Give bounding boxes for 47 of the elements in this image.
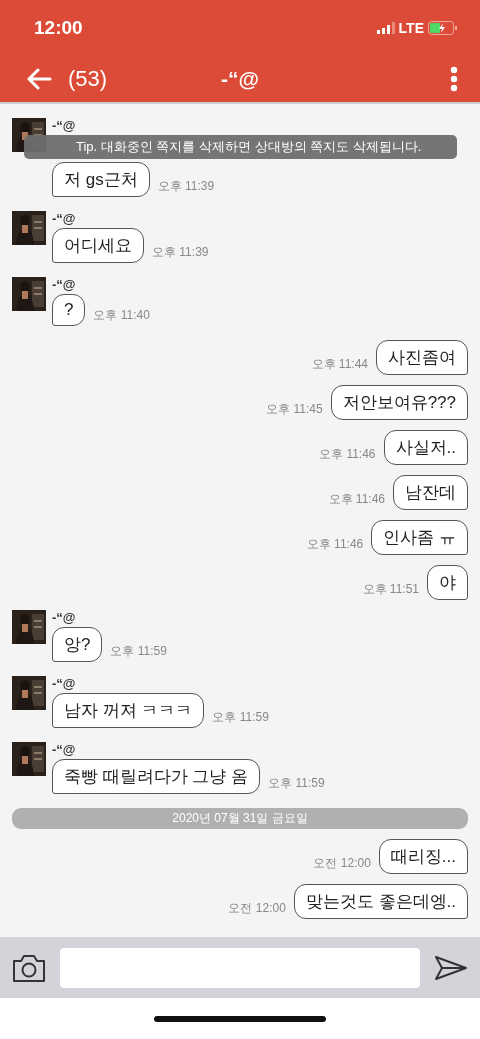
sender-name: -“@ bbox=[52, 676, 77, 691]
message-bubble: 사진좀여 bbox=[376, 340, 468, 375]
message-bubble: 남잔데 bbox=[393, 475, 468, 510]
battery-icon bbox=[428, 20, 458, 35]
network-label: LTE bbox=[398, 19, 424, 36]
message-bubble: ? bbox=[52, 294, 86, 326]
message-count: (53) bbox=[68, 65, 108, 92]
message-time: 오후 11:46 bbox=[306, 536, 364, 553]
sender-name: -“@ bbox=[52, 211, 77, 226]
message-time: 오후 11:51 bbox=[362, 581, 419, 598]
message-bubble: 사실저.. bbox=[383, 430, 468, 465]
sender-name: -“@ bbox=[52, 118, 77, 133]
message-bubble: 죽빵 때릴려다가 그냥 옴 bbox=[52, 759, 261, 794]
message-bubble: 맞는것도 좋은데엥.. bbox=[293, 884, 468, 919]
message-time: 오후 11:59 bbox=[110, 643, 167, 660]
message-bubble: 남자 꺼져 ㅋㅋㅋ bbox=[52, 693, 205, 728]
message-time: 오후 11:45 bbox=[266, 401, 323, 418]
sender-name: -“@ bbox=[52, 277, 77, 292]
message-bubble: 때리징... bbox=[378, 839, 468, 874]
signal-icon bbox=[376, 21, 395, 34]
message-bubble: 인사좀 ㅠ bbox=[371, 520, 468, 555]
message-bubble: 어디세요 bbox=[52, 228, 144, 263]
camera-icon[interactable] bbox=[12, 952, 46, 983]
message-time: 오후 11:39 bbox=[152, 244, 209, 261]
message-time: 오후 11:46 bbox=[328, 491, 385, 508]
sender-name: -“@ bbox=[52, 610, 77, 625]
message-bubble: 저 gs근처 bbox=[52, 162, 150, 197]
message-bubble: 저안보여유??? bbox=[330, 385, 468, 420]
message-time: 오전 12:00 bbox=[228, 900, 286, 917]
message-time: 오후 11:59 bbox=[268, 775, 325, 792]
status-time: 12:00 bbox=[34, 16, 84, 39]
sender-name: -“@ bbox=[52, 742, 77, 757]
message-time: 오후 11:46 bbox=[319, 446, 376, 463]
chat-title: -“@ bbox=[221, 66, 259, 91]
send-icon[interactable] bbox=[434, 954, 468, 981]
message-time: 오후 11:59 bbox=[212, 709, 269, 726]
message-time: 오전 12:00 bbox=[313, 855, 371, 872]
message-time: 오후 11:44 bbox=[311, 356, 368, 373]
message-bubble: 야 bbox=[427, 565, 468, 600]
message-time: 오후 11:39 bbox=[157, 178, 215, 195]
more-icon[interactable] bbox=[450, 65, 458, 92]
tip-banner: Tip. 대화중인 쪽지를 삭제하면 상대방의 쪽지도 삭제됩니다. bbox=[24, 135, 457, 159]
message-time: 오후 11:40 bbox=[93, 307, 150, 324]
message-bubble: 앙? bbox=[52, 627, 103, 662]
date-divider: 2020년 07월 31일 금요일 bbox=[12, 808, 468, 829]
back-arrow-icon[interactable] bbox=[26, 67, 52, 90]
message-input[interactable] bbox=[60, 947, 420, 988]
